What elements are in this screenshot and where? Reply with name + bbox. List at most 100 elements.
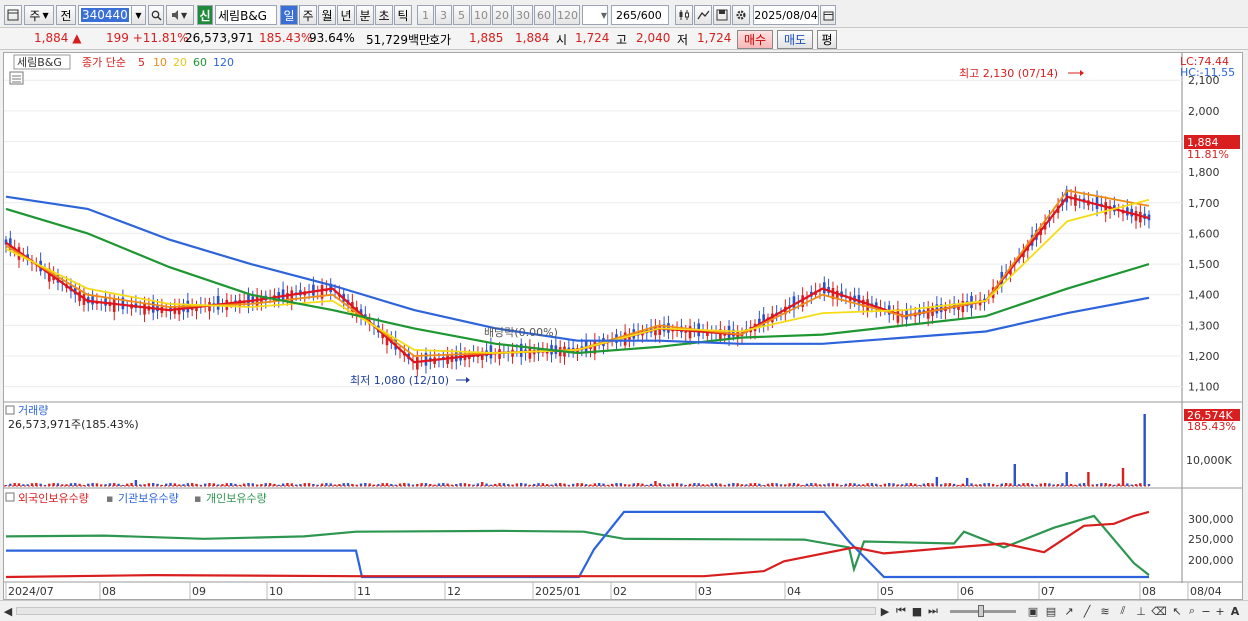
volume-bar	[654, 481, 657, 486]
eraser-icon[interactable]: ⌫	[1151, 603, 1167, 619]
volume-panel-toggle-icon[interactable]	[5, 405, 15, 415]
date-field[interactable]: 2025/08/04	[753, 5, 819, 25]
volume-bar	[597, 483, 601, 486]
search-icon[interactable]	[148, 5, 164, 25]
candle-body	[143, 302, 146, 315]
interval-120[interactable]: 120	[555, 5, 580, 25]
layout-icon[interactable]	[4, 5, 22, 25]
prev-label: 전	[60, 8, 72, 23]
interval-10[interactable]: 10	[471, 5, 491, 25]
candle-body	[727, 325, 731, 339]
tab-day[interactable]: 일	[280, 5, 298, 25]
stock-name-field[interactable]: 세림B&G	[215, 5, 277, 25]
tab-minute[interactable]: 분	[356, 5, 374, 25]
tab-year-label: 년	[340, 8, 352, 23]
play-icon[interactable]: ▶	[878, 603, 892, 619]
volume-bar	[1017, 484, 1021, 486]
volume-bar	[1087, 472, 1090, 486]
horizontal-scrollbar[interactable]	[16, 607, 876, 615]
tab-month[interactable]: 월	[318, 5, 336, 25]
stock-code-text: 340440	[81, 8, 129, 22]
tab-second[interactable]: 초	[375, 5, 393, 25]
draw-tool-icon[interactable]	[694, 5, 712, 25]
tab-tick[interactable]: 틱	[394, 5, 412, 25]
bid-price: 1,884	[515, 31, 550, 45]
interval-1[interactable]: 1	[417, 5, 434, 25]
candle-body	[866, 299, 869, 312]
interval-3[interactable]: 3	[435, 5, 452, 25]
candle-body	[312, 284, 315, 296]
tab-day-label: 일	[283, 8, 295, 23]
split-icon[interactable]: ▤	[1044, 603, 1058, 619]
chart-panel[interactable]: 1,100 1,200 1,300 1,400 1,500 1,600 1,700 1,800…	[3, 52, 1243, 600]
price-tick-label: 1,200	[1188, 350, 1220, 363]
trend-tool-icon[interactable]: ↗	[1062, 603, 1076, 619]
candle-body	[151, 300, 155, 313]
zoom-out-icon[interactable]: −	[1200, 603, 1212, 619]
candle-type-icon[interactable]	[675, 5, 693, 25]
candle-body	[1074, 194, 1077, 206]
x-axis-label: 03	[698, 585, 712, 598]
volume-bar	[909, 483, 913, 486]
rewind-icon[interactable]: ⏮	[894, 603, 908, 619]
open-price: 1,724	[575, 31, 610, 45]
volume-bar	[134, 480, 138, 486]
tab-tick-label: 틱	[397, 8, 409, 23]
gear-icon[interactable]	[732, 5, 750, 25]
holding-lines	[5, 510, 1150, 579]
volume-bar	[121, 484, 125, 486]
price-tick-label: 1,600	[1188, 227, 1220, 240]
avg-button[interactable]: 평	[817, 30, 837, 49]
interval-30[interactable]: 30	[513, 5, 533, 25]
speaker-icon[interactable]: ▼	[166, 5, 194, 25]
candle-body	[528, 347, 532, 359]
prev-button[interactable]: 전	[56, 5, 76, 25]
x-axis-label: 04	[787, 585, 801, 598]
volume-ratio: 185.43%	[259, 31, 313, 45]
magnifier-icon[interactable]: ⌕	[1186, 603, 1198, 619]
tab-year[interactable]: 년	[337, 5, 355, 25]
holding-axis-300k: 300,000	[1188, 513, 1234, 526]
code-dropdown-icon[interactable]: ▼	[131, 5, 146, 25]
buy-button[interactable]: 매수	[737, 30, 773, 49]
market-label: 주	[29, 8, 41, 23]
save-icon[interactable]	[713, 5, 731, 25]
current-price: 1,884 ▲	[34, 31, 81, 45]
price-tick-label: 1,100	[1188, 381, 1220, 394]
chart-canvas[interactable]: 1,100 1,200 1,300 1,400 1,500 1,600 1,700 1,800…	[4, 53, 1242, 599]
count-field[interactable]: 265/600	[611, 5, 669, 25]
overlay-icon[interactable]: ▣	[1026, 603, 1040, 619]
tab-second-label: 초	[378, 8, 390, 23]
interval-20[interactable]: 20	[492, 5, 512, 25]
ma-120-label: 120	[213, 56, 234, 69]
calendar-icon[interactable]	[820, 5, 836, 25]
fast-forward-icon[interactable]: ⏭	[926, 603, 940, 619]
sell-button[interactable]: 매도	[777, 30, 813, 49]
interval-custom-select[interactable]: ▼	[582, 5, 608, 25]
auto-scale-icon[interactable]: A	[1228, 603, 1242, 619]
ma-line-5	[5, 195, 1150, 364]
price-text: 1,884	[34, 31, 69, 45]
turnover-rate: 93.64%	[309, 31, 355, 45]
pointer-icon[interactable]: ↖	[1170, 603, 1184, 619]
scroll-left-icon[interactable]: ◀	[2, 603, 14, 619]
trade-amount: 51,729백만	[366, 33, 431, 47]
interval-5[interactable]: 5	[453, 5, 470, 25]
volume-bar	[753, 483, 757, 486]
volume-bar	[1143, 414, 1146, 486]
tab-week[interactable]: 주	[299, 5, 317, 25]
stop-icon[interactable]: ■	[910, 603, 924, 619]
channel-tool-icon[interactable]: ⫽	[1116, 603, 1130, 619]
ruler-tool-icon[interactable]: ⊥	[1134, 603, 1148, 619]
change-value: 199 +11.81%	[106, 31, 189, 45]
ma-20-label: 20	[173, 56, 187, 69]
fib-tool-icon[interactable]: ≋	[1098, 603, 1112, 619]
market-select[interactable]: 주 ▼	[24, 5, 54, 25]
zoom-slider-handle[interactable]	[978, 605, 984, 617]
interval-60[interactable]: 60	[534, 5, 554, 25]
holding-panel-toggle-icon[interactable]	[5, 492, 15, 502]
open-label: 시	[556, 33, 568, 47]
ma-10-label: 10	[153, 56, 167, 69]
zoom-in-icon[interactable]: +	[1214, 603, 1226, 619]
line-tool-icon[interactable]: ╱	[1080, 603, 1094, 619]
